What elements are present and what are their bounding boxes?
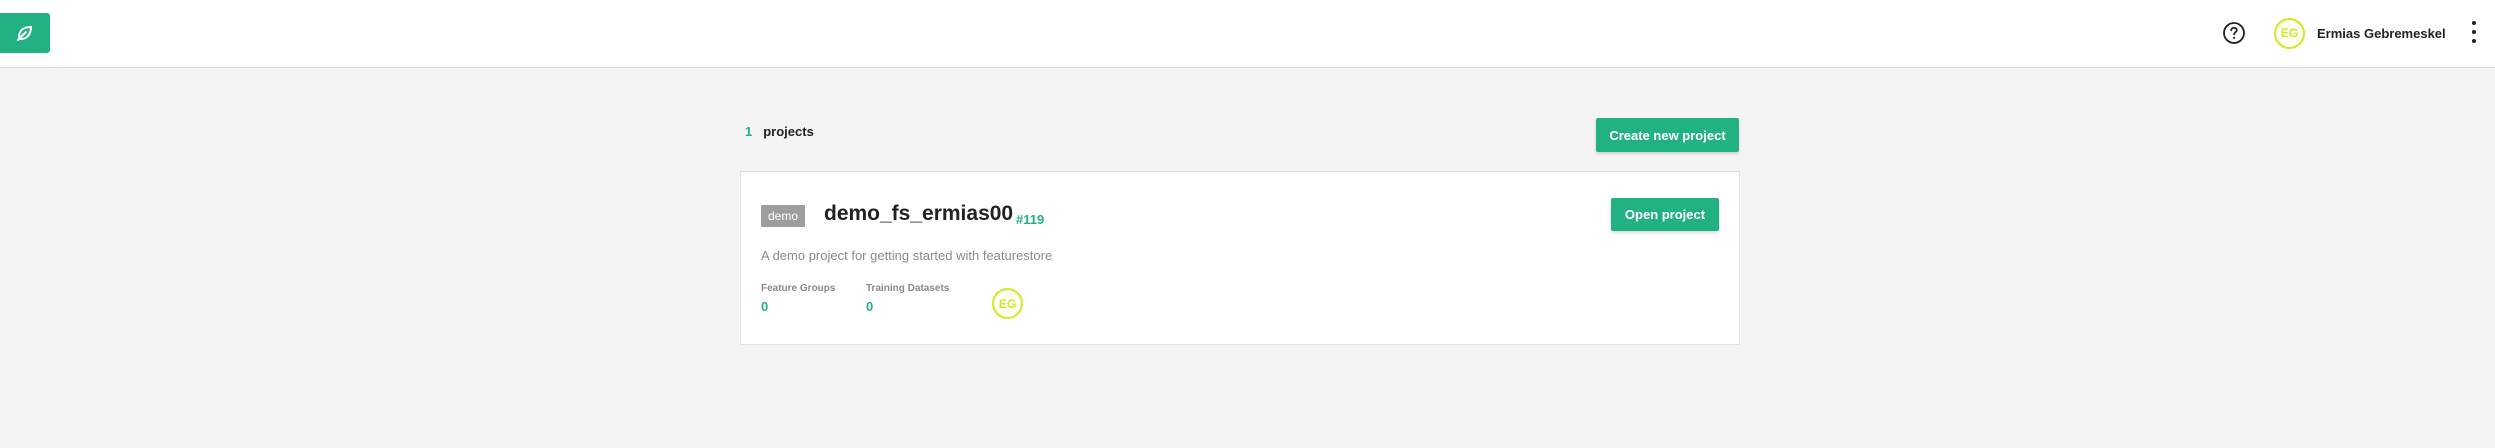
leaf-logo-icon <box>17 25 33 41</box>
project-tag: demo <box>761 205 805 227</box>
top-navbar: EG Ermias Gebremeskel <box>0 0 2495 68</box>
project-description: A demo project for getting started with … <box>761 248 1053 263</box>
user-menu[interactable]: EG Ermias Gebremeskel <box>2274 16 2446 50</box>
project-card[interactable]: demo demo_fs_ermias00 #119 Open project … <box>740 171 1740 345</box>
stat-label: Feature Groups <box>761 283 836 294</box>
question-circle-icon <box>2223 22 2245 44</box>
stat-value: 0 <box>761 299 769 314</box>
open-project-button[interactable]: Open project <box>1611 198 1719 231</box>
member-avatar[interactable]: EG <box>992 288 1023 319</box>
stat-value: 0 <box>866 299 874 314</box>
stat-label: Training Datasets <box>866 283 950 294</box>
stat-training-datasets: Training Datasets 0 <box>866 283 949 314</box>
create-new-project-button[interactable]: Create new project <box>1596 118 1739 152</box>
stat-feature-groups: Feature Groups 0 <box>761 283 835 314</box>
projects-count-number: 1 <box>745 124 753 139</box>
help-button[interactable] <box>2222 21 2246 45</box>
app-logo-button[interactable] <box>0 13 50 53</box>
project-title[interactable]: demo_fs_ermias00 <box>824 202 1013 226</box>
user-name: Ermias Gebremeskel <box>2317 25 2446 41</box>
project-id: #119 <box>1016 212 1045 227</box>
kebab-menu-icon[interactable] <box>2468 18 2480 46</box>
user-avatar: EG <box>2274 17 2305 49</box>
projects-count-label: projects <box>763 124 814 139</box>
projects-count: 1 projects <box>745 124 814 139</box>
